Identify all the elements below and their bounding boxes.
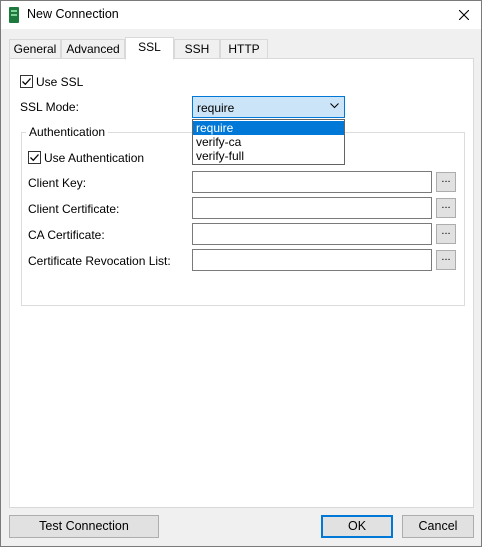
- crl-input[interactable]: [192, 249, 432, 271]
- client-certificate-label: Client Certificate:: [28, 202, 120, 216]
- chevron-down-icon: [330, 103, 339, 109]
- app-icon: [9, 7, 19, 23]
- checkmark-icon: [22, 78, 31, 86]
- client-key-browse-button[interactable]: ...: [436, 172, 456, 192]
- crl-browse-button[interactable]: ...: [436, 250, 456, 270]
- ca-certificate-browse-button[interactable]: ...: [436, 224, 456, 244]
- client-key-label: Client Key:: [28, 176, 87, 190]
- use-ssl-label: Use SSL: [36, 75, 84, 89]
- tab-advanced[interactable]: Advanced: [61, 39, 125, 59]
- window-title: New Connection: [27, 7, 119, 21]
- authentication-group-title: Authentication: [26, 125, 109, 139]
- ssl-mode-dropdown-list: require verify-ca verify-full: [192, 119, 345, 165]
- ssl-mode-option-verify-full[interactable]: verify-full: [193, 149, 344, 163]
- checkmark-icon: [30, 154, 39, 162]
- use-authentication-label: Use Authentication: [44, 151, 145, 165]
- ca-certificate-label: CA Certificate:: [28, 228, 105, 242]
- ok-button[interactable]: OK: [321, 515, 393, 538]
- ssl-mode-select[interactable]: require: [192, 96, 345, 118]
- tab-ssh[interactable]: SSH: [174, 39, 220, 59]
- crl-label: Certificate Revocation List:: [28, 254, 171, 268]
- use-authentication-checkbox[interactable]: [28, 151, 41, 164]
- ssl-mode-label: SSL Mode:: [20, 100, 79, 114]
- test-connection-button[interactable]: Test Connection: [9, 515, 159, 538]
- title-bar: New Connection: [1, 1, 481, 29]
- ssl-mode-option-require[interactable]: require: [193, 121, 344, 135]
- tab-general[interactable]: General: [9, 39, 61, 59]
- client-key-input[interactable]: [192, 171, 432, 193]
- client-certificate-browse-button[interactable]: ...: [436, 198, 456, 218]
- use-ssl-checkbox[interactable]: [20, 75, 33, 88]
- client-certificate-input[interactable]: [192, 197, 432, 219]
- ca-certificate-input[interactable]: [192, 223, 432, 245]
- tab-ssl[interactable]: SSL: [125, 37, 174, 60]
- ssl-tab-panel: Use SSL SSL Mode: require Authentication…: [9, 58, 474, 508]
- ssl-mode-option-verify-ca[interactable]: verify-ca: [193, 135, 344, 149]
- cancel-button[interactable]: Cancel: [402, 515, 474, 538]
- close-button[interactable]: [447, 1, 481, 29]
- tab-http[interactable]: HTTP: [220, 39, 268, 59]
- ssl-mode-value: require: [197, 101, 235, 115]
- close-icon: [459, 10, 469, 20]
- tab-strip: General Advanced SSL SSH HTTP: [1, 37, 481, 60]
- new-connection-dialog: New Connection General Advanced SSL SSH …: [0, 0, 482, 547]
